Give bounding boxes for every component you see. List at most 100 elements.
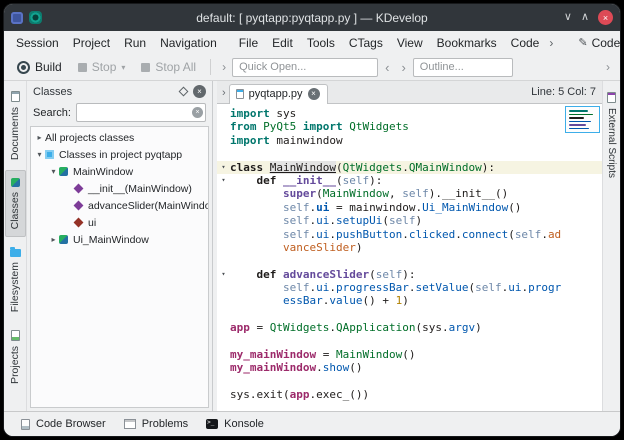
build-icon [17,61,30,74]
toolbar-chevron-icon[interactable]: › [218,60,230,74]
sidebar-tab-documents[interactable]: Documents [5,84,26,167]
code-token: __init__ [442,187,495,200]
code-token: ( [283,388,290,401]
code-token: self [402,187,429,200]
tree-item[interactable]: ▾MainWindow [31,163,208,180]
expander-icon[interactable]: ▸ [48,235,59,244]
toolbar-overflow-icon[interactable]: › [602,60,614,74]
nav-back-icon[interactable]: ‹ [380,60,394,75]
code-line [217,308,602,321]
field-icon [74,218,84,228]
code-token: . [250,388,257,401]
menu-item-code[interactable]: Code [504,34,547,52]
code-token: exec_ [316,388,349,401]
status-konsole[interactable]: Konsole [197,416,273,432]
code-token [230,174,257,187]
menu-group-left: SessionProjectRunNavigation [9,34,224,52]
code-token: ( [369,268,376,281]
nav-forward-icon[interactable]: › [396,60,410,75]
code-editor[interactable]: import sysfrom PyQt5 import QtWidgetsimp… [217,104,602,411]
menu-item-edit[interactable]: Edit [265,34,300,52]
code-token: my_mainWindow [230,348,316,361]
expander-icon[interactable]: ▾ [34,150,45,159]
code-token: ui [316,214,329,227]
code-token: ) [415,214,422,227]
tree-item-label: All projects classes [45,132,134,144]
code-token: mainwindow [270,134,343,147]
menu-item-session[interactable]: Session [9,34,66,52]
menu-item-tools[interactable]: Tools [300,34,342,52]
code-token: advanceSlider [283,268,369,281]
fold-marker-icon [217,294,230,307]
code-token: show [323,361,350,374]
projects-icon [11,330,20,341]
menu-item-file[interactable]: File [232,34,265,52]
menu-item-navigation[interactable]: Navigation [153,34,224,52]
code-token: progr [528,281,561,294]
sidebar-tab-classes[interactable]: Classes [5,170,26,237]
stop-icon [78,63,87,72]
tabbar-chevron-icon[interactable]: › [219,87,229,103]
tree-item[interactable]: ▸All projects classes [31,129,208,146]
stop-dropdown-icon: ▾ [121,63,125,72]
code-area-button[interactable]: ✎ Code [570,34,621,52]
sidebar-tab-label: Classes [9,192,21,229]
code-token: QApplication [336,321,415,334]
quick-open-input[interactable] [232,58,378,77]
expander-icon[interactable]: ▸ [34,133,45,142]
tree-item[interactable]: ▸Ui_MainWindow [31,231,208,248]
code-token: QMainWindow [409,161,482,174]
tree-item-label: __init__(MainWindow) [88,183,192,195]
code-token: def [257,268,277,281]
expander-icon[interactable]: ▾ [48,167,59,176]
minimap[interactable] [565,106,600,133]
pencil-icon: ✎ [578,36,587,49]
tab-external-scripts[interactable]: External Scripts [603,86,620,184]
fold-marker-icon[interactable]: ▾ [217,161,230,174]
code-token: ): [402,268,415,281]
tree-item[interactable]: ▾Classes in project pyqtapp [31,146,208,163]
tree-item[interactable]: __init__(MainWindow) [31,180,208,197]
menu-item-ctags[interactable]: CTags [342,34,390,52]
sidebar-tab-projects[interactable]: Projects [5,323,26,391]
fold-marker-icon[interactable]: ▾ [217,174,230,187]
tree-item[interactable]: advanceSlider(MainWindow) [31,197,208,214]
search-clear-icon[interactable]: × [192,107,203,118]
panel-close-icon[interactable]: × [193,85,206,98]
stop-button[interactable]: Stop ▾ [71,57,133,77]
code-token: import [230,134,270,147]
menu-item-project[interactable]: Project [66,34,117,52]
fold-marker-icon[interactable]: ▾ [217,268,230,281]
outline-input[interactable] [413,58,513,77]
maximize-button[interactable]: ∧ [581,12,589,23]
code-token: self [515,228,542,241]
menu-item-bookmarks[interactable]: Bookmarks [430,34,504,52]
code-line: vanceSlider) [217,241,602,254]
detach-icon[interactable] [179,87,189,97]
code-token [230,268,257,281]
code-token: exit [257,388,284,401]
close-button[interactable]: × [598,10,613,25]
minimize-button[interactable]: ∨ [564,12,572,23]
stop-all-button[interactable]: Stop All [134,57,203,77]
menu-overflow-icon[interactable]: › [546,36,556,50]
menu-item-view[interactable]: View [390,34,430,52]
tab-close-icon[interactable]: × [308,88,320,100]
tree-item[interactable]: ui [31,214,208,231]
build-button[interactable]: Build [10,57,69,77]
app-icon[interactable] [11,12,23,24]
status-problems[interactable]: Problems [115,416,197,432]
code-token [276,268,283,281]
code-line: my_mainWindow = MainWindow() [217,348,602,361]
status-code-browser[interactable]: Code Browser [12,416,115,432]
menu-item-run[interactable]: Run [117,34,153,52]
code-line: import sys [217,107,602,120]
sidebar-tab-filesystem[interactable]: Filesystem [5,240,26,319]
search-input[interactable] [76,103,206,122]
fold-marker-icon [217,375,230,388]
code-line: essBar.value() + 1) [217,294,602,307]
tab-pyqtapp[interactable]: pyqtapp.py × [229,84,328,104]
code-line: ▾class MainWindow(QtWidgets.QMainWindow)… [217,161,602,174]
code-token: ui [316,281,329,294]
stop-all-icon [141,63,150,72]
